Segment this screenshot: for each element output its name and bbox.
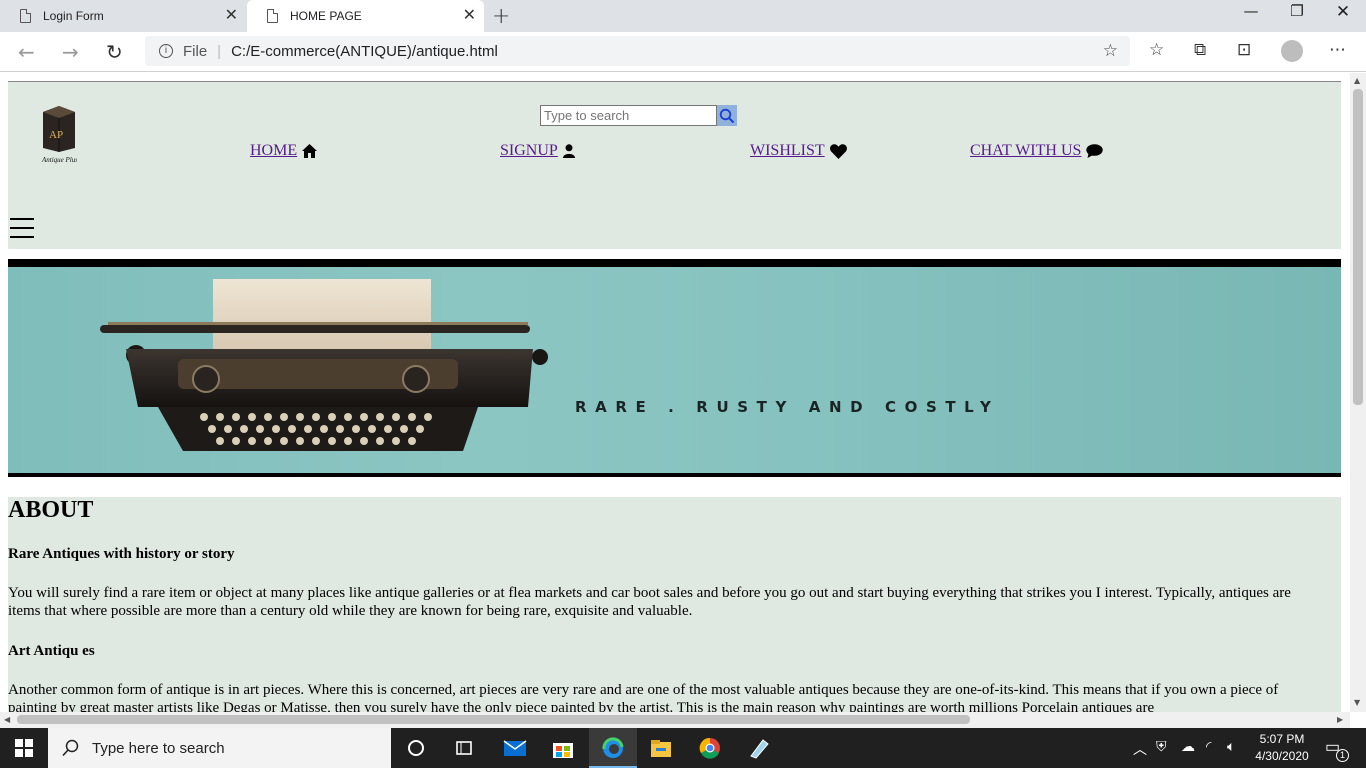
taskbar-search-box[interactable]: Type here to search bbox=[48, 728, 391, 768]
chrome-icon[interactable] bbox=[698, 736, 722, 760]
url-text[interactable]: C:/E-commerce(ANTIQUE)/antique.html bbox=[231, 43, 498, 60]
close-window-button[interactable]: ✕ bbox=[1320, 2, 1366, 22]
horizontal-scrollbar[interactable]: ◀ ▶ bbox=[0, 712, 1350, 728]
section-title: Rare Antiques with history or story bbox=[8, 546, 235, 562]
nav-wishlist-label: WISHLIST bbox=[750, 142, 825, 159]
heart-icon bbox=[829, 143, 847, 159]
about-heading: ABOUT bbox=[8, 497, 94, 523]
refresh-icon[interactable]: ↻ bbox=[106, 40, 123, 64]
collections-icon[interactable]: ⧉ bbox=[1194, 40, 1206, 60]
back-arrow-icon[interactable]: ← bbox=[18, 40, 35, 64]
tab-title: Login Form bbox=[43, 9, 104, 23]
about-section: ABOUT Rare Antiques with history or stor… bbox=[8, 497, 1341, 712]
star-icon[interactable]: ☆ bbox=[1103, 41, 1118, 61]
scroll-up-icon[interactable]: ▲ bbox=[1354, 76, 1360, 85]
cortana-icon[interactable] bbox=[404, 736, 428, 760]
restore-button[interactable]: ❐ bbox=[1274, 2, 1320, 20]
search-box bbox=[540, 105, 737, 126]
scroll-down-icon[interactable]: ▼ bbox=[1354, 698, 1360, 707]
wifi-icon[interactable]: ◜ bbox=[1206, 738, 1211, 755]
search-icon bbox=[62, 739, 79, 757]
nav-signup-link[interactable]: SIGNUP bbox=[500, 142, 575, 160]
banner-image: RARE . RUSTY AND COSTLY bbox=[8, 267, 1341, 473]
clock-time[interactable]: 5:07 PM bbox=[1257, 732, 1307, 746]
new-tab-button[interactable]: + bbox=[492, 4, 510, 29]
section-title: Art Antiqu es bbox=[8, 643, 95, 659]
vertical-scrollbar[interactable]: ▲ ▼ bbox=[1350, 73, 1366, 712]
forward-arrow-icon[interactable]: → bbox=[62, 40, 79, 64]
windows-taskbar: Type here to search ︿ ⛨ ☁ ◜ 🔈︎ 5:07 PM 4… bbox=[0, 728, 1366, 768]
volume-icon[interactable]: 🔈︎ bbox=[1227, 738, 1235, 755]
nav-chat-label: CHAT WITH US bbox=[970, 142, 1082, 159]
nav-home-label: HOME bbox=[250, 142, 298, 159]
nav-home-link[interactable]: HOME bbox=[250, 142, 318, 160]
page-viewport: AP Antique Plus HOME SIGNUP bbox=[0, 73, 1350, 712]
minimize-button[interactable]: — bbox=[1228, 2, 1274, 20]
scheme-label: File bbox=[183, 42, 208, 60]
svg-text:AP: AP bbox=[49, 129, 63, 141]
scroll-right-icon[interactable]: ▶ bbox=[1337, 715, 1343, 724]
chat-bubble-icon bbox=[1086, 143, 1104, 158]
notepad-app-icon[interactable] bbox=[747, 736, 771, 760]
section-text: Another common form of antique is in art… bbox=[8, 682, 1279, 712]
tab-home-page[interactable]: HOME PAGE ✕ bbox=[247, 0, 484, 32]
clock-date[interactable]: 4/30/2020 bbox=[1253, 749, 1311, 763]
typewriter-image bbox=[100, 279, 548, 451]
site-header: AP Antique Plus HOME SIGNUP bbox=[8, 81, 1341, 249]
task-view-icon[interactable] bbox=[452, 736, 476, 760]
show-hidden-icons-icon[interactable]: ︿ bbox=[1133, 739, 1147, 759]
edge-taskbar-item[interactable] bbox=[589, 728, 637, 768]
tab-login-form[interactable]: Login Form ✕ bbox=[0, 0, 246, 32]
mail-icon[interactable] bbox=[503, 736, 527, 760]
favorites-icon[interactable]: ☆ bbox=[1149, 40, 1164, 60]
scrollbar-thumb[interactable] bbox=[17, 715, 970, 724]
tab-title: HOME PAGE bbox=[290, 9, 362, 23]
info-icon[interactable]: i bbox=[159, 44, 173, 58]
page-icon bbox=[20, 9, 31, 23]
more-menu-icon[interactable]: ⋯ bbox=[1329, 40, 1346, 60]
antique-logo[interactable]: AP Antique Plus bbox=[41, 106, 77, 164]
nav-wishlist-link[interactable]: WISHLIST bbox=[750, 142, 847, 160]
store-icon[interactable] bbox=[551, 736, 575, 760]
search-input[interactable] bbox=[540, 105, 717, 126]
banner-tagline: RARE . RUSTY AND COSTLY bbox=[575, 398, 1000, 416]
scroll-left-icon[interactable]: ◀ bbox=[4, 715, 10, 724]
search-button[interactable] bbox=[717, 105, 737, 126]
file-explorer-icon[interactable] bbox=[649, 736, 673, 760]
address-bar[interactable]: i File | C:/E-commerce(ANTIQUE)/antique.… bbox=[145, 36, 1130, 66]
security-shield-icon[interactable]: ⛨ bbox=[1156, 738, 1167, 755]
close-tab-icon[interactable]: ✕ bbox=[463, 7, 476, 25]
page-icon bbox=[267, 9, 278, 23]
close-tab-icon[interactable]: ✕ bbox=[225, 7, 238, 25]
profile-avatar[interactable] bbox=[1281, 40, 1303, 62]
nav-chat-link[interactable]: CHAT WITH US bbox=[970, 142, 1104, 160]
windows-logo-icon bbox=[15, 739, 33, 757]
divider: | bbox=[217, 42, 222, 60]
onedrive-cloud-icon[interactable]: ☁ bbox=[1181, 738, 1195, 755]
section-text: You will surely find a rare item or obje… bbox=[8, 585, 1291, 619]
edge-icon bbox=[602, 737, 624, 758]
hamburger-menu-icon[interactable] bbox=[10, 218, 34, 242]
search-icon bbox=[719, 108, 735, 123]
hero-banner: RARE . RUSTY AND COSTLY bbox=[8, 259, 1341, 477]
start-button[interactable] bbox=[0, 728, 48, 768]
scrollbar-thumb[interactable] bbox=[1353, 89, 1363, 405]
read-aloud-icon[interactable]: ⊡ bbox=[1237, 40, 1251, 60]
notification-badge: 1 bbox=[1336, 749, 1349, 762]
taskbar-search-placeholder: Type here to search bbox=[92, 739, 225, 757]
browser-tab-bar: Login Form ✕ HOME PAGE ✕ + — ❐ ✕ bbox=[0, 0, 1366, 32]
logo-text: Antique Plus bbox=[41, 156, 77, 164]
home-icon bbox=[302, 144, 318, 158]
nav-signup-label: SIGNUP bbox=[500, 142, 558, 159]
user-icon bbox=[562, 144, 575, 158]
